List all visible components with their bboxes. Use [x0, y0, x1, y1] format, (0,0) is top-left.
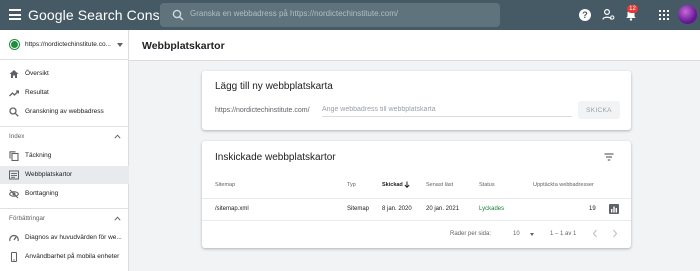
add-sitemap-card: Lägg till ny webbplatskarta https://nord…: [202, 71, 631, 130]
sidebar-item-mobile-usability[interactable]: Användbarhet på mobila enheter: [0, 248, 129, 266]
property-url: https://nordictechinstitute.co...: [25, 41, 111, 48]
divider: [202, 220, 631, 221]
chevron-left-icon[interactable]: [591, 229, 599, 238]
column-header-status[interactable]: Status: [479, 182, 495, 188]
column-header-submitted[interactable]: Skickad: [382, 182, 403, 188]
sidebar-item-label: Borttagning: [25, 190, 59, 197]
page-title: Webbplatskartor: [142, 40, 225, 52]
column-header-type[interactable]: Typ: [347, 182, 356, 188]
column-header-discovered-urls[interactable]: Upptäckta webbadresser: [533, 182, 594, 188]
rows-per-page-label: Rader per sida:: [450, 231, 492, 237]
divider: [0, 208, 129, 209]
copy-icon: [9, 151, 19, 161]
chevron-down-icon[interactable]: [530, 233, 534, 236]
sidebar-item-label: Användbarhet på mobila enheter: [25, 253, 120, 260]
divider: [0, 126, 129, 127]
notification-badge: 12: [627, 5, 638, 13]
submitted-sitemaps-card: Inskickade webbplatskartor Sitemap Typ S…: [202, 141, 631, 248]
sitemap-icon: [9, 170, 19, 180]
sidebar-item-label: Webbplatskartor: [25, 171, 73, 178]
section-index[interactable]: Index: [0, 129, 129, 145]
cell-sitemap: /sitemap.xml: [215, 206, 249, 212]
sitemap-url-input[interactable]: [322, 103, 572, 117]
chevron-up-icon: [114, 216, 121, 221]
chevron-right-icon[interactable]: [611, 229, 619, 238]
section-enhancements[interactable]: Förbättringar: [0, 211, 129, 227]
bar-chart-icon[interactable]: [609, 204, 619, 214]
help-icon[interactable]: ?: [579, 9, 591, 21]
pagination-range: 1 – 1 av 1: [550, 231, 577, 237]
page-header: Webbplatskartor: [129, 30, 700, 61]
sidebar-item-sitemaps[interactable]: Webbplatskartor: [0, 166, 129, 184]
section-label: Index: [9, 133, 25, 140]
sidebar: https://nordictechinstitute.co... Översi…: [0, 30, 129, 271]
property-status-icon: [10, 40, 19, 49]
add-sitemap-title: Lägg till ny webbplatskarta: [215, 81, 333, 92]
divider: [202, 198, 631, 199]
sidebar-item-label: Resultat: [25, 89, 49, 96]
submit-button[interactable]: SKICKA: [578, 101, 620, 119]
cell-last-read: 20 jan. 2021: [426, 206, 460, 212]
search-icon: [172, 9, 184, 21]
manage-accounts-icon[interactable]: [602, 8, 615, 21]
rows-per-page-select[interactable]: 10: [513, 231, 520, 237]
column-header-last-read[interactable]: Senast läst: [426, 182, 453, 188]
cell-discovered-urls: 19: [589, 206, 596, 212]
sidebar-item-core-web-vitals[interactable]: Diagnos av huvudvärden för we...: [0, 229, 129, 247]
sidebar-item-performance[interactable]: Resultat: [0, 84, 129, 102]
column-header-sitemap[interactable]: Sitemap: [215, 182, 235, 188]
section-label: Förbättringar: [9, 215, 46, 222]
arrow-down-icon[interactable]: [404, 181, 410, 188]
app-title[interactable]: Google Search Console: [28, 7, 179, 23]
chevron-up-icon: [114, 134, 121, 139]
trending-up-icon: [9, 90, 19, 97]
chevron-down-icon: [117, 43, 123, 47]
home-icon: [9, 70, 19, 78]
search-icon: [9, 107, 19, 117]
sidebar-item-label: Diagnos av huvudvärden för we...: [25, 234, 122, 241]
apps-icon[interactable]: [659, 10, 669, 20]
sidebar-item-removals[interactable]: Borttagning: [0, 185, 129, 203]
status-badge: Lyckades: [479, 206, 505, 212]
filter-icon[interactable]: [604, 153, 614, 161]
speed-icon: [9, 234, 19, 242]
sitemap-url-prefix: https://nordictechinstitute.com/: [215, 107, 310, 114]
phone-icon: [10, 252, 18, 262]
sidebar-item-url-inspection[interactable]: Granskning av webbadress: [0, 103, 129, 121]
url-inspection-search[interactable]: Granska en webbadress på https://nordict…: [160, 3, 500, 27]
sidebar-item-label: Översikt: [25, 70, 49, 77]
sidebar-item-coverage[interactable]: Täckning: [0, 147, 129, 165]
avatar[interactable]: [678, 5, 697, 24]
sidebar-item-overview[interactable]: Översikt: [0, 65, 129, 83]
top-app-bar: Google Search Console Granska en webbadr…: [0, 0, 700, 30]
menu-icon[interactable]: [9, 9, 21, 20]
submitted-sitemaps-title: Inskickade webbplatskartor: [215, 152, 336, 163]
visibility-off-icon: [9, 189, 19, 199]
cell-type: Sitemap: [347, 206, 370, 212]
property-selector[interactable]: https://nordictechinstitute.co...: [0, 30, 129, 60]
sidebar-item-label: Granskning av webbadress: [25, 108, 104, 115]
cell-submitted: 8 jan. 2020: [382, 206, 412, 212]
search-input[interactable]: Granska en webbadress på https://nordict…: [190, 9, 398, 18]
sidebar-item-label: Täckning: [25, 152, 52, 159]
